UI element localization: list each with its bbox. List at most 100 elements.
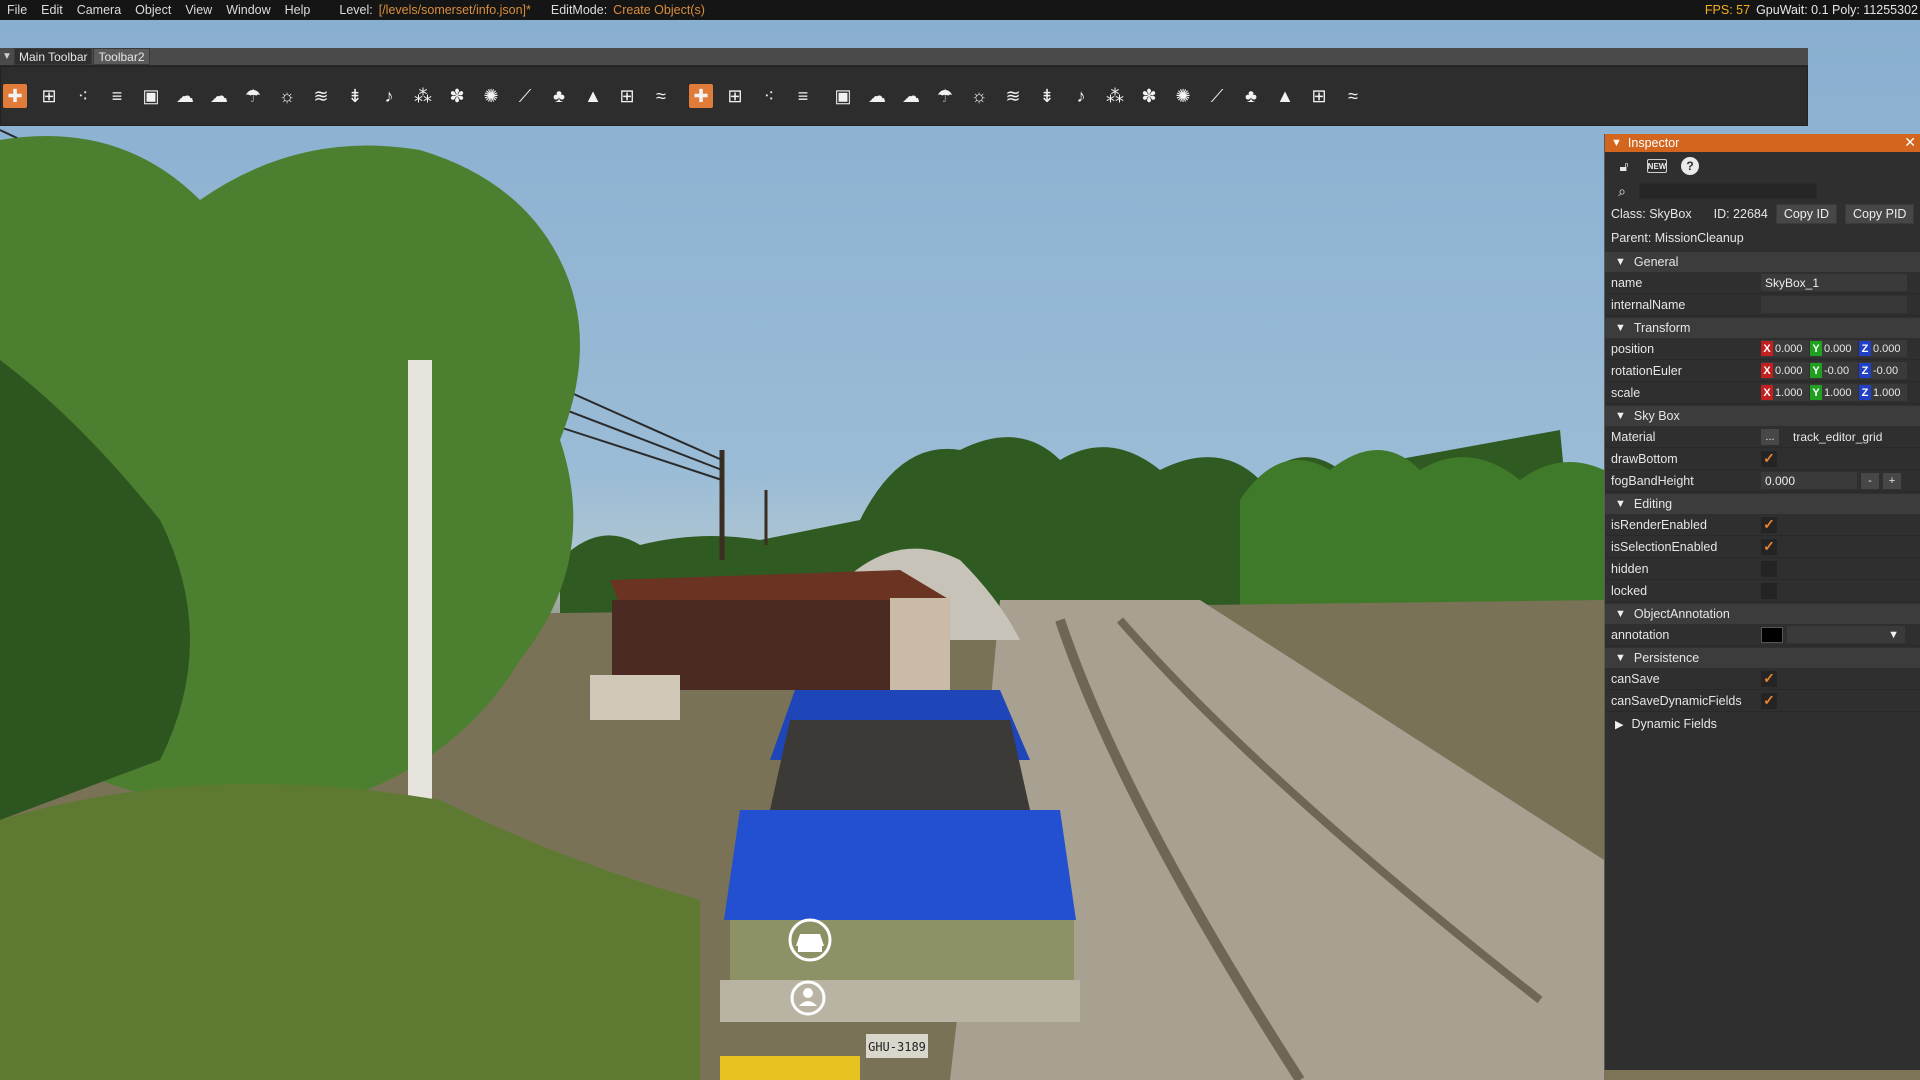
create-object-icon[interactable]: ✚ — [689, 84, 713, 108]
fog-band-height-field[interactable]: 0.000 — [1761, 472, 1857, 489]
close-icon[interactable]: ✕ — [1904, 134, 1916, 151]
expand-triangle-icon: ▼ — [1615, 322, 1626, 334]
annotation-color-swatch[interactable] — [1761, 626, 1783, 643]
can-save-dynamic-checkbox[interactable]: ✓ — [1761, 692, 1777, 709]
water-plane-icon[interactable]: ≋ — [309, 84, 333, 108]
tab-toolbar2[interactable]: Toolbar2 — [93, 48, 150, 65]
scale-x-value: 1.000 — [1775, 386, 1803, 399]
section-persistence[interactable]: ▼ Persistence — [1605, 648, 1920, 668]
render-enabled-checkbox[interactable]: ✓ — [1761, 516, 1777, 533]
editmode-value: Create Object(s) — [613, 3, 705, 17]
cloud-solid-icon[interactable]: ☁ — [207, 84, 231, 108]
scale-y-field[interactable]: Y 1.000 — [1810, 384, 1858, 401]
add-list-icon[interactable]: ≡ — [105, 84, 129, 108]
add-group-icon[interactable]: ⊞ — [723, 84, 747, 108]
particle-icon[interactable]: ⁂ — [1103, 84, 1127, 108]
sound-emitter-icon[interactable]: ♪ — [1069, 84, 1093, 108]
light-bulb-icon[interactable]: ✺ — [479, 84, 503, 108]
cloud-solid-icon[interactable]: ☁ — [899, 84, 923, 108]
toolbar-collapse-icon[interactable]: ▼ — [0, 48, 14, 65]
menu-edit[interactable]: Edit — [34, 3, 70, 17]
hidden-checkbox[interactable] — [1761, 560, 1777, 577]
locked-checkbox[interactable] — [1761, 582, 1777, 599]
terrain-icon[interactable]: ▲ — [1273, 84, 1297, 108]
position-x-field[interactable]: X 0.000 — [1761, 340, 1809, 357]
annotation-dropdown[interactable]: ▼ — [1787, 626, 1905, 643]
position-y-field[interactable]: Y 0.000 — [1810, 340, 1858, 357]
waves-icon[interactable]: ≈ — [649, 84, 673, 108]
plant-icon[interactable]: ♣ — [547, 84, 571, 108]
lock-icon[interactable]: 🔓︎ — [1615, 157, 1633, 175]
terrain-icon[interactable]: ▲ — [581, 84, 605, 108]
rotation-z-field[interactable]: Z -0.00 — [1859, 362, 1907, 379]
rotation-x-field[interactable]: X 0.000 — [1761, 362, 1809, 379]
section-general[interactable]: ▼ General — [1605, 252, 1920, 272]
sun-icon[interactable]: ☼ — [967, 84, 991, 108]
position-x-value: 0.000 — [1775, 342, 1803, 355]
sound-emitter-icon[interactable]: ♪ — [377, 84, 401, 108]
can-save-checkbox[interactable]: ✓ — [1761, 670, 1777, 687]
collapse-triangle-icon[interactable]: ▼ — [1611, 137, 1622, 149]
grid-icon[interactable]: ⊞ — [1307, 84, 1331, 108]
internal-name-field[interactable] — [1761, 296, 1907, 313]
menu-window[interactable]: Window — [219, 3, 277, 17]
menu-help[interactable]: Help — [278, 3, 318, 17]
image-icon[interactable]: ▣ — [139, 84, 163, 108]
menu-bar: File Edit Camera Object View Window Help… — [0, 0, 1920, 20]
tab-main-toolbar[interactable]: Main Toolbar — [14, 48, 93, 65]
spawn-point-icon[interactable]: ⇟ — [1035, 84, 1059, 108]
name-field[interactable]: SkyBox_1 — [1761, 274, 1907, 291]
water-plane-icon[interactable]: ≋ — [1001, 84, 1025, 108]
inspector-search-input[interactable] — [1639, 183, 1817, 199]
material-browse-button[interactable]: ... — [1761, 428, 1779, 445]
help-icon[interactable]: ? — [1681, 157, 1699, 175]
section-transform[interactable]: ▼ Transform — [1605, 318, 1920, 338]
section-general-label: General — [1633, 255, 1679, 269]
search-icon: ⌕ — [1618, 182, 1626, 199]
grid-icon[interactable]: ⊞ — [615, 84, 639, 108]
menu-object[interactable]: Object — [128, 3, 178, 17]
section-skybox[interactable]: ▼ Sky Box — [1605, 406, 1920, 426]
image-icon[interactable]: ▣ — [831, 84, 855, 108]
add-node-icon[interactable]: ⁖ — [757, 84, 781, 108]
x-axis-label: X — [1761, 385, 1773, 400]
section-dynamic-fields[interactable]: ▶ Dynamic Fields — [1605, 714, 1920, 734]
splash-icon[interactable]: ✽ — [1137, 84, 1161, 108]
spotlight-icon[interactable]: ⟋ — [513, 84, 537, 108]
waves-icon[interactable]: ≈ — [1341, 84, 1365, 108]
new-window-icon[interactable]: NEW — [1647, 159, 1667, 173]
add-group-icon[interactable]: ⊞ — [37, 84, 61, 108]
add-node-icon[interactable]: ⁖ — [71, 84, 95, 108]
position-z-field[interactable]: Z 0.000 — [1859, 340, 1907, 357]
splash-icon[interactable]: ✽ — [445, 84, 469, 108]
draw-bottom-checkbox[interactable]: ✓ — [1761, 450, 1777, 467]
copy-id-button[interactable]: Copy ID — [1775, 204, 1837, 224]
menu-file[interactable]: File — [0, 3, 34, 17]
spawn-point-icon[interactable]: ⇟ — [343, 84, 367, 108]
copy-pid-button[interactable]: Copy PID — [1844, 204, 1915, 224]
create-object-icon[interactable]: ✚ — [3, 84, 27, 108]
section-object-annotation[interactable]: ▼ ObjectAnnotation — [1605, 604, 1920, 624]
plant-icon[interactable]: ♣ — [1239, 84, 1263, 108]
rain-cloud-icon[interactable]: ☂ — [241, 84, 265, 108]
add-list-icon[interactable]: ≡ — [791, 84, 815, 108]
menu-camera[interactable]: Camera — [70, 3, 128, 17]
rotation-y-field[interactable]: Y -0.00 — [1810, 362, 1858, 379]
sun-icon[interactable]: ☼ — [275, 84, 299, 108]
scale-x-field[interactable]: X 1.000 — [1761, 384, 1809, 401]
section-editing[interactable]: ▼ Editing — [1605, 494, 1920, 514]
cloud-icon[interactable]: ☁ — [865, 84, 889, 108]
menu-view[interactable]: View — [178, 3, 219, 17]
selection-enabled-checkbox[interactable]: ✓ — [1761, 538, 1777, 555]
rain-cloud-icon[interactable]: ☂ — [933, 84, 957, 108]
id-text: ID: 22684 — [1713, 207, 1768, 221]
inspector-title-bar[interactable]: ▼ Inspector ✕ — [1605, 134, 1920, 152]
cloud-icon[interactable]: ☁ — [173, 84, 197, 108]
fog-decrement-button[interactable]: - — [1861, 472, 1879, 489]
spotlight-icon[interactable]: ⟋ — [1205, 84, 1229, 108]
prop-render-enabled: isRenderEnabled ✓ — [1605, 514, 1920, 536]
scale-z-field[interactable]: Z 1.000 — [1859, 384, 1907, 401]
fog-increment-button[interactable]: + — [1883, 472, 1901, 489]
light-bulb-icon[interactable]: ✺ — [1171, 84, 1195, 108]
particle-icon[interactable]: ⁂ — [411, 84, 435, 108]
